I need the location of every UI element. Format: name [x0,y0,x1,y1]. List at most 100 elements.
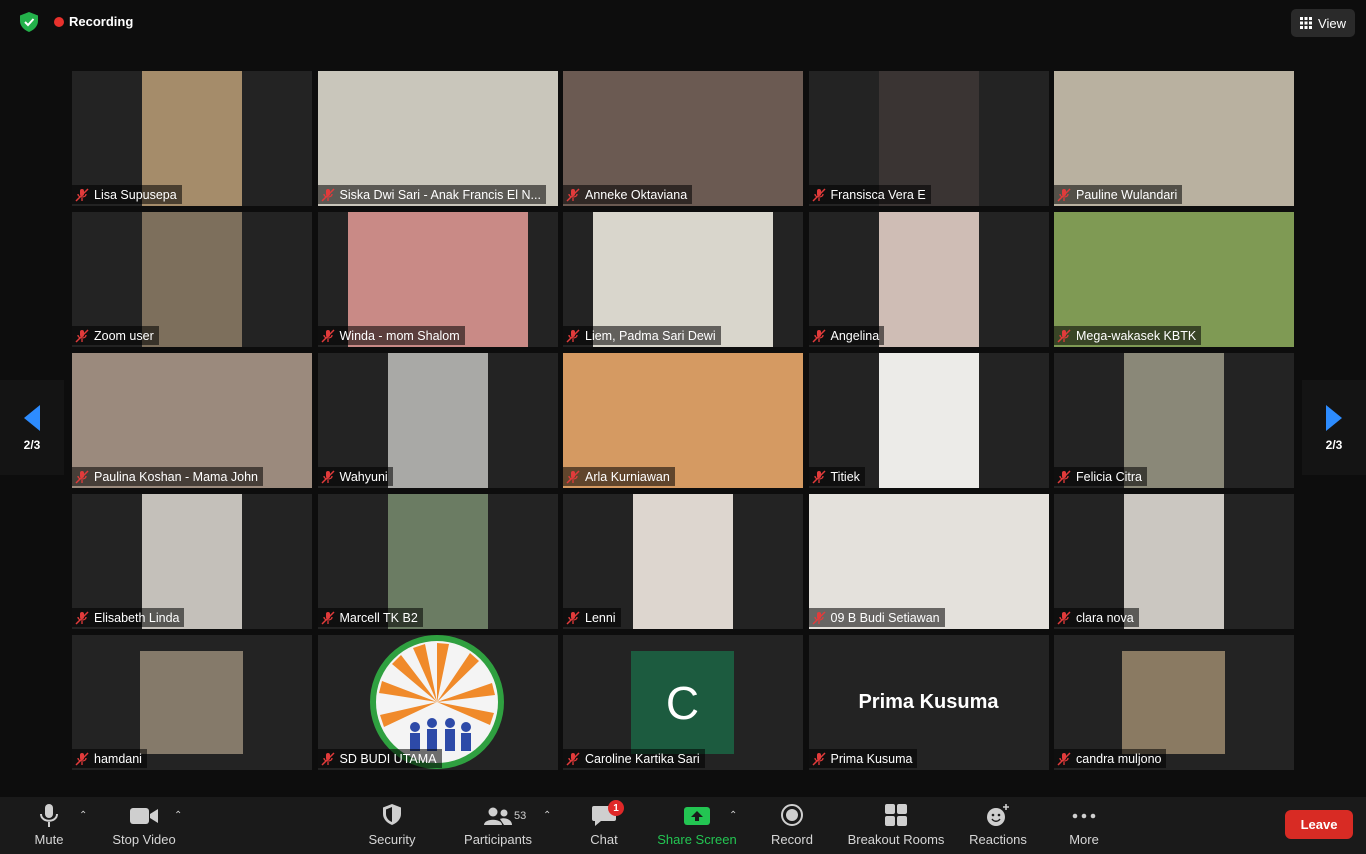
participant-display-name: Prima Kusuma [858,691,999,713]
chat-unread-badge: 1 [608,800,624,816]
mute-button[interactable]: Mute [28,797,70,854]
participant-tile[interactable]: Felicia Citra [1054,353,1294,488]
participant-namebar: Wahyuni [317,467,393,486]
participant-name: Anneke Oktaviana [585,187,688,202]
participant-namebar: Liem, Padma Sari Dewi [563,326,721,345]
recording-indicator[interactable]: Recording [54,14,133,29]
stop-video-button[interactable]: Stop Video [108,797,180,854]
leave-button[interactable]: Leave [1285,810,1353,839]
participant-name: Paulina Koshan - Mama John [94,469,258,484]
stop-video-label: Stop Video [112,832,176,847]
meeting-toolbar: Mute ⌃ Stop Video ⌃ Security 53 Particip… [0,797,1366,854]
participant-tile[interactable]: Liem, Padma Sari Dewi [563,212,803,347]
participant-name: Lisa Supusepa [94,187,177,202]
reactions-button[interactable]: Reactions [964,797,1032,854]
participant-namebar: Titiek [808,467,865,486]
participant-name: Liem, Padma Sari Dewi [585,328,716,343]
participant-tile[interactable]: C Caroline Kartika Sari [563,635,803,770]
reactions-label: Reactions [969,832,1027,847]
participant-tile[interactable]: Prima Kusuma Prima Kusuma [808,635,1049,770]
breakout-rooms-icon [885,804,907,826]
participant-name: SD BUDI UTAMA [339,751,437,766]
participant-tile[interactable]: candra muljono [1054,635,1294,770]
participant-tile[interactable]: Mega-wakasek KBTK [1054,212,1294,347]
share-screen-button[interactable]: Share Screen [652,797,742,854]
participant-tile[interactable]: Lisa Supusepa [72,71,312,206]
mic-muted-icon [811,328,826,343]
participant-tile[interactable]: Winda - mom Shalom [317,212,558,347]
participant-namebar: clara nova [1054,608,1139,627]
recording-dot-icon [54,16,64,27]
participant-tile[interactable]: Pauline Wulandari [1054,71,1294,206]
participant-name: Angelina [830,328,880,343]
mic-muted-icon [566,328,580,343]
participant-namebar: Elisabeth Linda [72,608,185,627]
participant-name: 09 B Budi Setiawan [830,610,940,625]
mic-muted-icon [1057,328,1071,343]
participants-label: Participants [464,832,532,847]
participant-name: Zoom user [94,328,154,343]
reactions-emoji-icon [987,804,1009,826]
participant-tile[interactable]: Fransisca Vera E [808,71,1049,206]
record-button[interactable]: Record [766,797,818,854]
mic-muted-icon [320,751,335,766]
security-button[interactable]: Security [362,797,422,854]
participant-tile[interactable]: Zoom user [72,212,312,347]
participant-name: Mega-wakasek KBTK [1076,328,1197,343]
participant-tile[interactable]: SD BUDI UTAMA [317,635,558,770]
mute-options-caret-icon[interactable]: ⌃ [79,810,87,821]
participant-namebar: Winda - mom Shalom [317,326,465,345]
participant-tile[interactable]: Elisabeth Linda [72,494,312,629]
next-page-button[interactable]: 2/3 [1302,380,1366,475]
share-screen-label: Share Screen [657,832,737,847]
mic-muted-icon [75,328,89,343]
participants-options-caret-icon[interactable]: ⌃ [543,810,551,821]
participant-namebar: 09 B Budi Setiawan [808,608,945,627]
mic-muted-icon [320,469,335,484]
participants-button[interactable]: 53 Participants [458,797,538,854]
participant-tile[interactable]: Marcell TK B2 [317,494,558,629]
participant-tile[interactable]: Titiek [808,353,1049,488]
participant-tile[interactable]: Paulina Koshan - Mama John [72,353,312,488]
participant-tile[interactable]: Angelina [808,212,1049,347]
record-label: Record [771,832,813,847]
participants-icon [484,807,512,825]
mic-muted-icon [1057,751,1071,766]
participant-tile[interactable]: Siska Dwi Sari - Anak Francis El N... [317,71,558,206]
participant-name: Prima Kusuma [830,751,913,766]
participant-namebar: Zoom user [72,326,159,345]
participant-tile[interactable]: Anneke Oktaviana [563,71,803,206]
view-button[interactable]: View [1291,9,1355,37]
chat-label: Chat [590,832,618,847]
participant-video [878,212,979,347]
more-dots-icon [1072,813,1096,819]
participant-name: candra muljono [1076,751,1162,766]
participant-namebar: Anneke Oktaviana [563,185,693,204]
participant-namebar: Pauline Wulandari [1054,185,1183,204]
mic-muted-icon [566,751,580,766]
participant-name: Pauline Wulandari [1076,187,1178,202]
chat-button[interactable]: 1 Chat [584,797,624,854]
mic-muted-icon [75,469,89,484]
mute-label: Mute [34,832,64,847]
participant-name: clara nova [1076,610,1134,625]
participant-tile[interactable]: clara nova [1054,494,1294,629]
arrow-right-icon [1326,404,1342,431]
participant-tile[interactable]: hamdani [72,635,312,770]
participant-tile[interactable]: 09 B Budi Setiawan [808,494,1049,629]
mic-muted-icon [320,610,335,625]
participant-tile[interactable]: Arla Kurniawan [563,353,803,488]
participant-tile[interactable]: Wahyuni [317,353,558,488]
more-label: More [1069,832,1099,847]
recording-label: Recording [69,14,134,29]
security-shield-icon[interactable] [18,11,40,33]
video-options-caret-icon[interactable]: ⌃ [174,810,182,821]
participant-name: Siska Dwi Sari - Anak Francis El N... [339,187,541,202]
share-options-caret-icon[interactable]: ⌃ [729,810,737,821]
breakout-rooms-label: Breakout Rooms [847,832,945,847]
mic-muted-icon [811,187,826,202]
participant-tile[interactable]: Lenni [563,494,803,629]
previous-page-button[interactable]: 2/3 [0,380,64,475]
more-button[interactable]: More [1064,797,1104,854]
breakout-rooms-button[interactable]: Breakout Rooms [842,797,950,854]
